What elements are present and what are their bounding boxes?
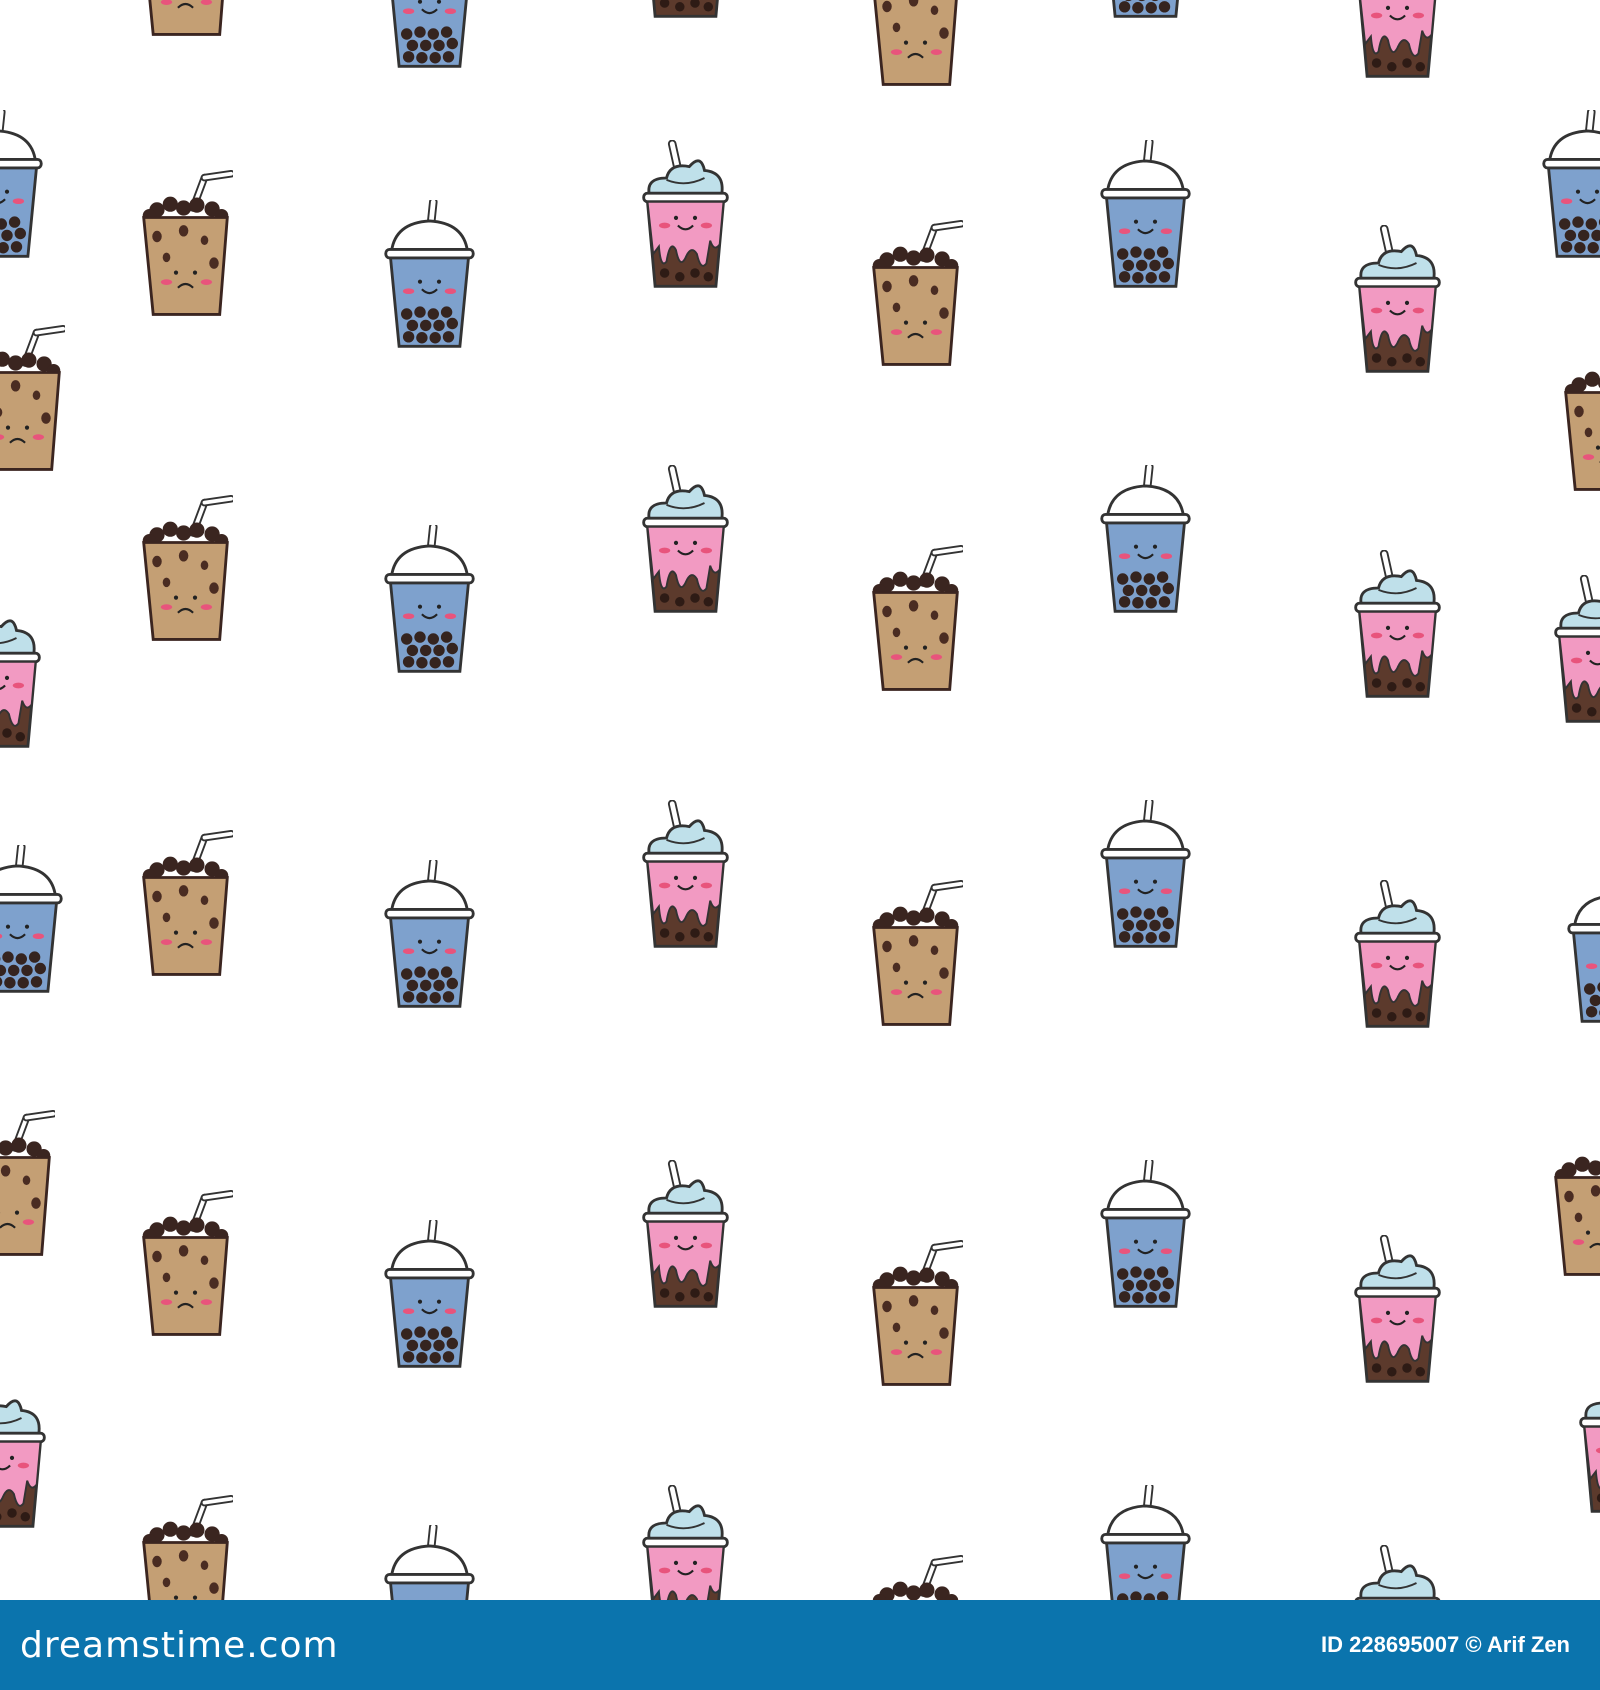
pink-frappe-cup-icon [0, 600, 45, 752]
brown-boba-cup-icon [138, 0, 233, 42]
blue-boba-cup-icon [1098, 0, 1193, 22]
blue-boba-cup-icon [382, 200, 477, 352]
brown-boba-cup-icon [868, 880, 963, 1032]
blue-boba-cup-icon [382, 0, 477, 72]
brown-boba-cup-icon [138, 1495, 233, 1600]
pink-frappe-cup-icon [638, 1160, 733, 1312]
blue-boba-cup-icon [1098, 465, 1193, 617]
brown-boba-cup-icon [1550, 1130, 1600, 1282]
pink-frappe-cup-icon [638, 140, 733, 292]
blue-boba-cup-icon [0, 110, 45, 262]
pink-frappe-cup-icon [1350, 225, 1445, 377]
blue-boba-cup-icon [382, 525, 477, 677]
pink-frappe-cup-icon [1350, 1545, 1445, 1600]
brown-boba-cup-icon [1560, 345, 1600, 497]
pink-frappe-cup-icon [638, 465, 733, 617]
brown-boba-cup-icon [868, 545, 963, 697]
brown-boba-cup-icon [0, 325, 65, 477]
pink-frappe-cup-icon [1350, 880, 1445, 1032]
brown-boba-cup-icon [868, 1240, 963, 1392]
pink-frappe-cup-icon [1575, 1365, 1600, 1517]
blue-boba-cup-icon [1098, 140, 1193, 292]
brown-boba-cup-icon [138, 495, 233, 647]
pink-frappe-cup-icon [1350, 550, 1445, 702]
brown-boba-cup-icon [138, 1190, 233, 1342]
pink-frappe-cup-icon [638, 800, 733, 952]
blue-boba-cup-icon [1540, 110, 1600, 262]
brown-boba-cup-icon [0, 1110, 55, 1262]
footer-bar: dreamstime.com ID 228695007 © Arif Zen [0, 1600, 1600, 1690]
brown-boba-cup-icon [868, 220, 963, 372]
blue-boba-cup-icon [1098, 1485, 1193, 1600]
pink-frappe-cup-icon [638, 0, 733, 22]
blue-boba-cup-icon [1098, 1160, 1193, 1312]
boba-tea-pattern [0, 0, 1600, 1600]
pink-frappe-cup-icon [1350, 0, 1445, 82]
pink-frappe-cup-icon [1550, 575, 1600, 727]
blue-boba-cup-icon [382, 860, 477, 1012]
pink-frappe-cup-icon [0, 1380, 50, 1532]
blue-boba-cup-icon [382, 1525, 477, 1600]
brown-boba-cup-icon [138, 170, 233, 322]
brown-boba-cup-icon [868, 0, 963, 92]
image-credit: ID 228695007 © Arif Zen [1321, 1632, 1570, 1657]
brown-boba-cup-icon [868, 1555, 963, 1600]
blue-boba-cup-icon [0, 845, 65, 997]
pink-frappe-cup-icon [638, 1485, 733, 1600]
pink-frappe-cup-icon [1350, 1235, 1445, 1387]
dreamstime-logo: dreamstime.com [20, 1624, 339, 1666]
blue-boba-cup-icon [1098, 800, 1193, 952]
blue-boba-cup-icon [382, 1220, 477, 1372]
blue-boba-cup-icon [1565, 875, 1600, 1027]
brown-boba-cup-icon [138, 830, 233, 982]
